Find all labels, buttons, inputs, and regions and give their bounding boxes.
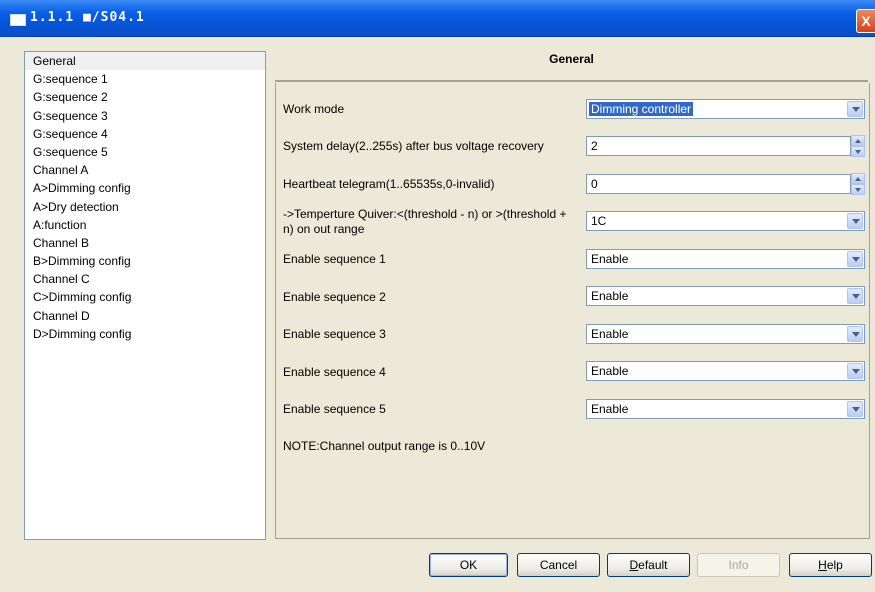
tree-item-b-dimming-config[interactable]: B>Dimming config: [25, 252, 265, 270]
tree-item-channel-c[interactable]: Channel C: [25, 270, 265, 288]
chevron-down-icon[interactable]: [847, 363, 863, 379]
default-button-mnemonic: D: [629, 558, 639, 572]
enable-sequence-2-label: Enable sequence 2: [283, 290, 386, 304]
channel-range-note: NOTE:Channel output range is 0..10V: [283, 439, 486, 453]
tree-item-g-sequence-1[interactable]: G:sequence 1: [25, 70, 265, 88]
system-delay-stepper[interactable]: [851, 135, 865, 157]
enable-sequence-3-dropdown[interactable]: Enable: [586, 324, 865, 344]
ok-button[interactable]: OK: [429, 553, 508, 577]
tree-item-g-sequence-5[interactable]: G:sequence 5: [25, 143, 265, 161]
chevron-down-icon[interactable]: [847, 101, 863, 117]
enable-sequence-5-value: Enable: [591, 402, 629, 416]
heartbeat-input[interactable]: 0: [586, 174, 851, 194]
heartbeat-label: Heartbeat telegram(1..65535s,0-invalid): [283, 177, 495, 191]
spin-up-icon[interactable]: [851, 173, 865, 184]
enable-sequence-1-value: Enable: [591, 252, 629, 266]
chevron-down-icon[interactable]: [847, 213, 863, 229]
work-mode-label: Work mode: [283, 102, 345, 116]
chevron-down-icon[interactable]: [847, 326, 863, 342]
title-bar: 1.1.1 ■/S04.1 X: [0, 0, 875, 37]
heartbeat-value: 0: [591, 177, 598, 191]
default-button-label: efault: [638, 558, 668, 572]
enable-sequence-4-label: Enable sequence 4: [283, 365, 386, 379]
enable-sequence-2-value: Enable: [591, 289, 629, 303]
temperature-quiver-label-line2: n) on out range: [283, 222, 365, 236]
tree-item-general[interactable]: General: [25, 52, 265, 71]
tree-item-channel-a[interactable]: Channel A: [25, 161, 265, 179]
parameter-tree: General G:sequence 1 G:sequence 2 G:sequ…: [24, 51, 266, 540]
system-delay-label: System delay(2..255s) after bus voltage …: [283, 139, 544, 153]
enable-sequence-3-value: Enable: [591, 327, 629, 341]
window-icon: [10, 14, 26, 26]
tree-item-g-sequence-3[interactable]: G:sequence 3: [25, 107, 265, 125]
chevron-down-icon[interactable]: [847, 251, 863, 267]
enable-sequence-2-dropdown[interactable]: Enable: [586, 286, 865, 306]
tree-item-a-dimming-config[interactable]: A>Dimming config: [25, 179, 265, 197]
tree-item-g-sequence-4[interactable]: G:sequence 4: [25, 125, 265, 143]
tree-item-g-sequence-2[interactable]: G:sequence 2: [25, 88, 265, 106]
info-button[interactable]: Info: [697, 553, 780, 577]
enable-sequence-5-label: Enable sequence 5: [283, 402, 386, 416]
temperature-quiver-label: ->Temperture Quiver:<(threshold - n) or …: [283, 207, 566, 237]
enable-sequence-4-dropdown[interactable]: Enable: [586, 361, 865, 381]
spin-down-icon[interactable]: [851, 146, 865, 157]
temperature-quiver-label-line1: ->Temperture Quiver:<(threshold - n) or …: [283, 207, 567, 221]
chevron-down-icon[interactable]: [847, 401, 863, 417]
tree-item-c-dimming-config[interactable]: C>Dimming config: [25, 288, 265, 306]
panel-divider: [275, 80, 868, 82]
window-title: 1.1.1 ■/S04.1: [30, 10, 145, 25]
system-delay-value: 2: [591, 139, 598, 153]
temperature-quiver-dropdown[interactable]: 1C: [586, 211, 865, 231]
chevron-down-icon[interactable]: [847, 288, 863, 304]
spin-down-icon[interactable]: [851, 184, 865, 195]
work-mode-value: Dimming controller: [589, 102, 694, 116]
tree-item-a-function[interactable]: A:function: [25, 216, 265, 234]
work-mode-dropdown[interactable]: Dimming controller: [586, 99, 865, 119]
panel-title: General: [549, 52, 594, 66]
tree-item-channel-d[interactable]: Channel D: [25, 307, 265, 325]
cancel-button[interactable]: Cancel: [517, 553, 600, 577]
help-button[interactable]: Help: [789, 553, 872, 577]
system-delay-input[interactable]: 2: [586, 136, 851, 156]
enable-sequence-3-label: Enable sequence 3: [283, 327, 386, 341]
heartbeat-stepper[interactable]: [851, 173, 865, 195]
tree-item-a-dry-detection[interactable]: A>Dry detection: [25, 198, 265, 216]
close-button[interactable]: X: [856, 9, 875, 33]
enable-sequence-1-dropdown[interactable]: Enable: [586, 249, 865, 269]
enable-sequence-1-label: Enable sequence 1: [283, 252, 386, 266]
enable-sequence-5-dropdown[interactable]: Enable: [586, 399, 865, 419]
tree-item-channel-b[interactable]: Channel B: [25, 234, 265, 252]
temperature-quiver-value: 1C: [591, 214, 607, 228]
tree-item-d-dimming-config[interactable]: D>Dimming config: [25, 325, 265, 343]
default-button[interactable]: Default: [607, 553, 690, 577]
help-button-label: elp: [826, 558, 843, 572]
spin-up-icon[interactable]: [851, 135, 865, 146]
help-button-mnemonic: H: [818, 558, 827, 572]
enable-sequence-4-value: Enable: [591, 364, 629, 378]
